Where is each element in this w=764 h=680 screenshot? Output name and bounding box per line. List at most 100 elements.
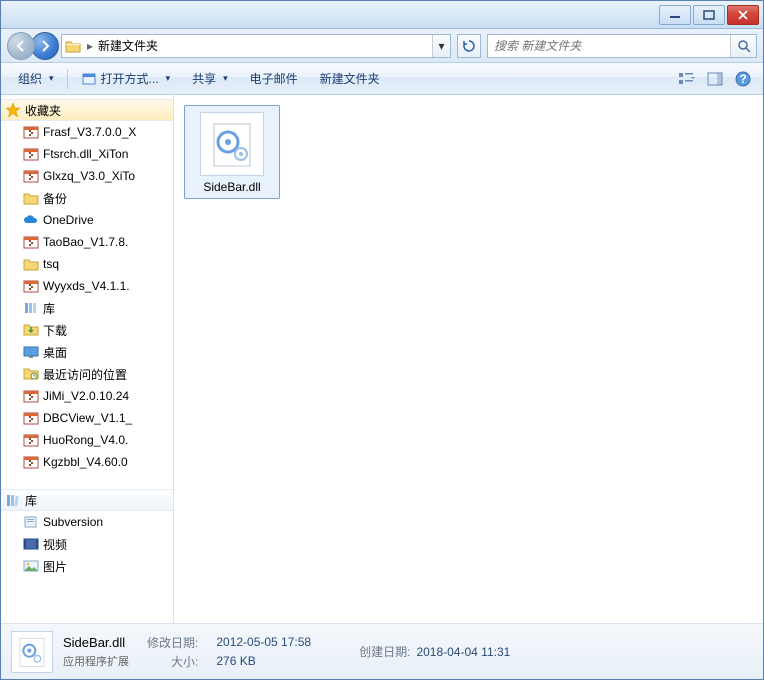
sidebar-item[interactable]: OneDrive <box>1 209 173 231</box>
sidebar-item-label: tsq <box>43 257 59 271</box>
sidebar-item-label: 库 <box>43 300 55 317</box>
sidebar-item-label: Frasf_V3.7.0.0_X <box>43 125 136 139</box>
organize-menu[interactable]: 组织 <box>7 65 65 92</box>
minimize-button[interactable] <box>659 5 691 25</box>
library-sub-icon <box>23 514 39 530</box>
address-bar[interactable]: ▸ 新建文件夹 ▾ <box>61 34 451 58</box>
sidebar-item[interactable]: Glxzq_V3.0_XiTo <box>1 165 173 187</box>
search-box[interactable] <box>487 34 757 58</box>
details-pane: SideBar.dll 修改日期: 2012-05-05 17:58 应用程序扩… <box>1 623 763 679</box>
file-list-pane[interactable]: SideBar.dll <box>174 95 763 623</box>
maximize-button[interactable] <box>693 5 725 25</box>
sidebar-item[interactable]: Subversion <box>1 511 173 533</box>
sidebar-item[interactable]: 最近访问的位置 <box>1 363 173 385</box>
details-created-label: 创建日期: <box>359 643 410 660</box>
onedrive-icon <box>23 212 39 228</box>
email-button[interactable]: 电子邮件 <box>239 65 309 92</box>
sidebar-item-label: Glxzq_V3.0_XiTo <box>43 169 135 183</box>
explorer-window: ▸ 新建文件夹 ▾ 组织 打开方式... 共享 电子邮件 新建文件夹 <box>0 0 764 680</box>
back-button[interactable] <box>7 32 35 60</box>
nav-buttons <box>7 32 55 60</box>
details-modified-label: 修改日期: <box>147 634 198 651</box>
share-label: 共享 <box>192 70 216 87</box>
sidebar-item[interactable]: 图片 <box>1 555 173 577</box>
library-pic-icon <box>23 558 39 574</box>
library-video-icon <box>23 536 39 552</box>
details-type: 应用程序扩展 <box>63 653 129 669</box>
archive-icon <box>23 454 39 470</box>
library-icon <box>23 300 39 316</box>
sidebar-item[interactable]: DBCView_V1.1_ <box>1 407 173 429</box>
folder-icon <box>23 190 39 206</box>
archive-icon <box>23 432 39 448</box>
file-item-selected[interactable]: SideBar.dll <box>184 105 280 199</box>
close-button[interactable] <box>727 5 759 25</box>
library-icon <box>5 492 21 508</box>
download-icon <box>23 322 39 338</box>
sidebar-item[interactable]: Ftsrch.dll_XiTon <box>1 143 173 165</box>
view-options-button[interactable] <box>675 67 699 91</box>
details-created-value: 2018-04-04 11:31 <box>416 645 510 659</box>
details-size-value: 276 KB <box>216 654 311 668</box>
sidebar-item-label: 桌面 <box>43 344 67 361</box>
titlebar <box>1 1 763 29</box>
sidebar-item[interactable]: 库 <box>1 297 173 319</box>
sidebar-item-label: Wyyxds_V4.1.1. <box>43 279 130 293</box>
sidebar-item-label: Ftsrch.dll_XiTon <box>43 147 128 161</box>
desktop-icon <box>23 344 39 360</box>
address-row: ▸ 新建文件夹 ▾ <box>1 29 763 63</box>
share-menu[interactable]: 共享 <box>181 65 239 92</box>
app-icon <box>81 71 97 87</box>
folder-icon <box>62 39 84 53</box>
details-grid: SideBar.dll 修改日期: 2012-05-05 17:58 应用程序扩… <box>63 634 329 670</box>
forward-button[interactable] <box>31 32 59 60</box>
details-name: SideBar.dll <box>63 635 129 650</box>
sidebar-item-label: Kgzbbl_V4.60.0 <box>43 455 128 469</box>
archive-icon <box>23 234 39 250</box>
sidebar-item-label: 最近访问的位置 <box>43 366 127 383</box>
preview-pane-button[interactable] <box>703 67 727 91</box>
favorites-header[interactable]: 收藏夹 <box>1 99 173 121</box>
toolbar-sep <box>67 69 68 89</box>
sidebar-item[interactable]: 视频 <box>1 533 173 555</box>
sidebar-item-label: OneDrive <box>43 213 94 227</box>
open-with-menu[interactable]: 打开方式... <box>70 65 182 92</box>
details-modified-value: 2012-05-05 17:58 <box>216 635 311 649</box>
sidebar-item[interactable]: 桌面 <box>1 341 173 363</box>
archive-icon <box>23 168 39 184</box>
libraries-header[interactable]: 库 <box>1 489 173 511</box>
sidebar-item[interactable]: 下载 <box>1 319 173 341</box>
archive-icon <box>23 278 39 294</box>
search-input[interactable] <box>488 39 730 53</box>
folder-icon <box>23 256 39 272</box>
email-label: 电子邮件 <box>250 70 298 87</box>
sidebar-item[interactable]: Wyyxds_V4.1.1. <box>1 275 173 297</box>
search-icon[interactable] <box>730 35 756 57</box>
help-button[interactable]: ? <box>731 67 755 91</box>
sidebar-item[interactable]: Frasf_V3.7.0.0_X <box>1 121 173 143</box>
sidebar-item[interactable]: JiMi_V2.0.10.24 <box>1 385 173 407</box>
svg-text:?: ? <box>739 72 746 86</box>
sidebar-item[interactable]: 备份 <box>1 187 173 209</box>
address-history-drop[interactable]: ▾ <box>432 35 450 57</box>
sidebar-item-label: TaoBao_V1.7.8. <box>43 235 128 249</box>
breadcrumb-sep[interactable]: ▸ <box>84 39 96 53</box>
new-folder-label: 新建文件夹 <box>320 70 380 87</box>
archive-icon <box>23 388 39 404</box>
sidebar-item-label: Subversion <box>43 515 103 529</box>
navigation-pane[interactable]: 收藏夹 Frasf_V3.7.0.0_X Ftsrch.dll_XiTon Glxz… <box>1 95 174 623</box>
sidebar-item-label: 备份 <box>43 190 67 207</box>
new-folder-button[interactable]: 新建文件夹 <box>309 65 391 92</box>
sidebar-item[interactable]: HuoRong_V4.0. <box>1 429 173 451</box>
archive-icon <box>23 410 39 426</box>
breadcrumb-folder[interactable]: 新建文件夹 <box>96 37 432 54</box>
details-thumbnail <box>11 631 53 673</box>
refresh-button[interactable] <box>457 34 481 58</box>
archive-icon <box>23 146 39 162</box>
sidebar-item-label: 视频 <box>43 536 67 553</box>
sidebar-item[interactable]: Kgzbbl_V4.60.0 <box>1 451 173 473</box>
open-with-label: 打开方式... <box>101 70 159 87</box>
favorites-label: 收藏夹 <box>25 102 61 119</box>
sidebar-item[interactable]: tsq <box>1 253 173 275</box>
sidebar-item[interactable]: TaoBao_V1.7.8. <box>1 231 173 253</box>
